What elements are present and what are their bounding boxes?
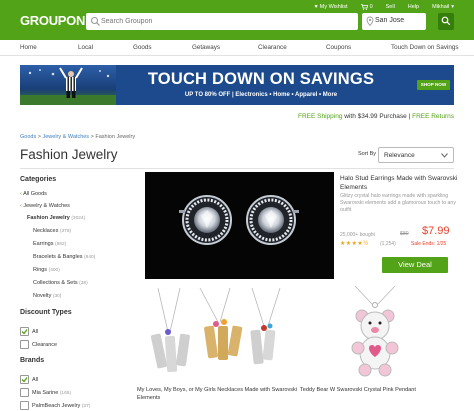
shop-now-button[interactable]: SHOP NOW [417, 80, 450, 90]
discount-all-label: All [32, 329, 39, 335]
location-field[interactable]: San Jose [362, 13, 426, 30]
groupon-logo[interactable]: GROUPON [20, 13, 85, 28]
sort-dropdown[interactable]: Relevance [378, 147, 454, 163]
brand-all-checkbox[interactable] [20, 375, 29, 384]
promo-banner[interactable]: TOUCH DOWN ON SAVINGS UP TO 80% OFF | El… [20, 65, 454, 105]
cart-icon [360, 4, 368, 10]
deal-price: $7.99 [422, 225, 450, 237]
discount-clearance-label: Clearance [32, 342, 58, 348]
necklace-pendants-illustration [150, 287, 281, 373]
search-icon [441, 16, 451, 26]
halo-earrings-illustration [179, 195, 299, 245]
free-shipping-label: FREE Shipping [298, 113, 343, 120]
search-input[interactable] [101, 15, 351, 28]
sale-ends: Sale Ends: 1/25 [411, 241, 447, 247]
nav-home[interactable]: Home [20, 44, 37, 51]
brand-mia-sarine-checkbox[interactable] [20, 388, 29, 397]
product-image-teddy-pendant[interactable] [320, 285, 430, 382]
product-title-teddy-pendant[interactable]: Teddy Bear W Swarovski Crystal Pink Pend… [300, 387, 450, 395]
brand-all-label: All [32, 377, 39, 383]
subcategory-earrings[interactable]: Earrings (882) [33, 241, 66, 247]
discount-clearance-checkbox[interactable] [20, 340, 29, 349]
discount-types-heading: Discount Types [20, 309, 72, 316]
categories-heading: Categories [20, 176, 57, 183]
product-title-necklaces[interactable]: My Loves, My Boys, or My Girls Necklaces… [137, 387, 307, 402]
user-menu[interactable]: Mikhail ▾ [432, 4, 454, 10]
featured-deal-title[interactable]: Halo Stud Earrings Made with Swarovski E… [340, 174, 458, 192]
chevron-down-icon: ▾ [451, 4, 454, 10]
top-header: GROUPON San Jose ♥ My Wishlist [0, 0, 474, 40]
subcategory-novelty[interactable]: Novelty (30) [33, 293, 61, 299]
wishlist-link[interactable]: ♥ My Wishlist [314, 4, 347, 10]
nav-local[interactable]: Local [78, 44, 93, 51]
search-box[interactable] [86, 13, 358, 30]
help-link[interactable]: Help [408, 4, 419, 10]
main-nav: Home Local Goods Getaways Clearance Coup… [0, 40, 474, 56]
subcategory-bracelets[interactable]: Bracelets & Bangles (840) [33, 254, 95, 260]
category-jewelry-watches[interactable]: ‹ Jewelry & Watches [20, 203, 70, 209]
breadcrumb: Goods > Jewelry & Watches > Fashion Jewe… [20, 134, 136, 140]
banner-subline: UP TO 80% OFF | Electronics • Home • App… [184, 92, 338, 98]
breadcrumb-current: Fashion Jewelry [95, 134, 136, 140]
cart-link[interactable]: 0 [360, 4, 373, 10]
bought-count: 25,000+ bought [340, 232, 375, 238]
checkmark-icon [21, 377, 28, 383]
banner-headline: TOUCH DOWN ON SAVINGS [147, 70, 375, 88]
search-icon [90, 16, 100, 26]
nav-getaways[interactable]: Getaways [192, 44, 220, 51]
sort-label: Sort By [358, 151, 377, 157]
rating-count: (1,254) [380, 241, 396, 247]
category-all-goods[interactable]: ‹ All Goods [20, 191, 47, 197]
account-links: ♥ My Wishlist 0 Sell Help Mikhail ▾ [314, 3, 454, 11]
location-value: San Jose [375, 17, 405, 24]
location-pin-icon [366, 16, 374, 27]
category-current[interactable]: Fashion Jewelry (3024) [27, 215, 85, 221]
product-image-necklaces[interactable] [140, 286, 290, 382]
referee-illustration [20, 67, 116, 105]
divider [20, 168, 454, 169]
featured-deal-description: Glitzy crystal halo earrings made with s… [340, 193, 456, 213]
brand-palmbeach-checkbox[interactable] [20, 401, 29, 410]
nav-coupons[interactable]: Coupons [326, 44, 351, 51]
brand-palmbeach-label: PalmBeach Jewelry (37) [32, 403, 91, 409]
original-price: $80 [400, 231, 409, 237]
subcategory-necklaces[interactable]: Necklaces (378) [33, 228, 71, 234]
nav-touch-down[interactable]: Touch Down on Savings [391, 44, 459, 51]
sort-value: Relevance [384, 152, 415, 159]
brands-heading: Brands [20, 357, 45, 364]
view-deal-button[interactable]: View Deal [382, 257, 448, 273]
subcategory-rings[interactable]: Rings (400) [33, 267, 60, 273]
featured-deal-image[interactable] [145, 172, 334, 279]
heart-icon: ♥ [314, 4, 318, 10]
breadcrumb-jewelry-watches[interactable]: Jewelry & Watches [43, 134, 90, 140]
search-submit-button[interactable] [438, 13, 454, 30]
chevron-down-icon [441, 153, 448, 158]
nav-goods[interactable]: Goods [133, 44, 152, 51]
discount-all-checkbox[interactable] [20, 327, 29, 336]
subcategory-collections[interactable]: Collections & Sets (38) [33, 280, 88, 286]
banner-football-image [20, 65, 116, 105]
star-rating: ★★★★½ [340, 241, 369, 247]
nav-clearance[interactable]: Clearance [258, 44, 287, 51]
sell-link[interactable]: Sell [386, 4, 395, 10]
shipping-promo: FREE Shipping with $34.99 Purchase | FRE… [298, 113, 454, 120]
free-returns-label: FREE Returns [412, 113, 454, 120]
breadcrumb-goods[interactable]: Goods [20, 134, 36, 140]
checkmark-icon [21, 329, 28, 335]
teddy-bear-pendant-illustration [351, 285, 399, 377]
brand-mia-sarine-label: Mia Sarine (165) [32, 390, 72, 396]
page-title: Fashion Jewelry [20, 147, 118, 162]
